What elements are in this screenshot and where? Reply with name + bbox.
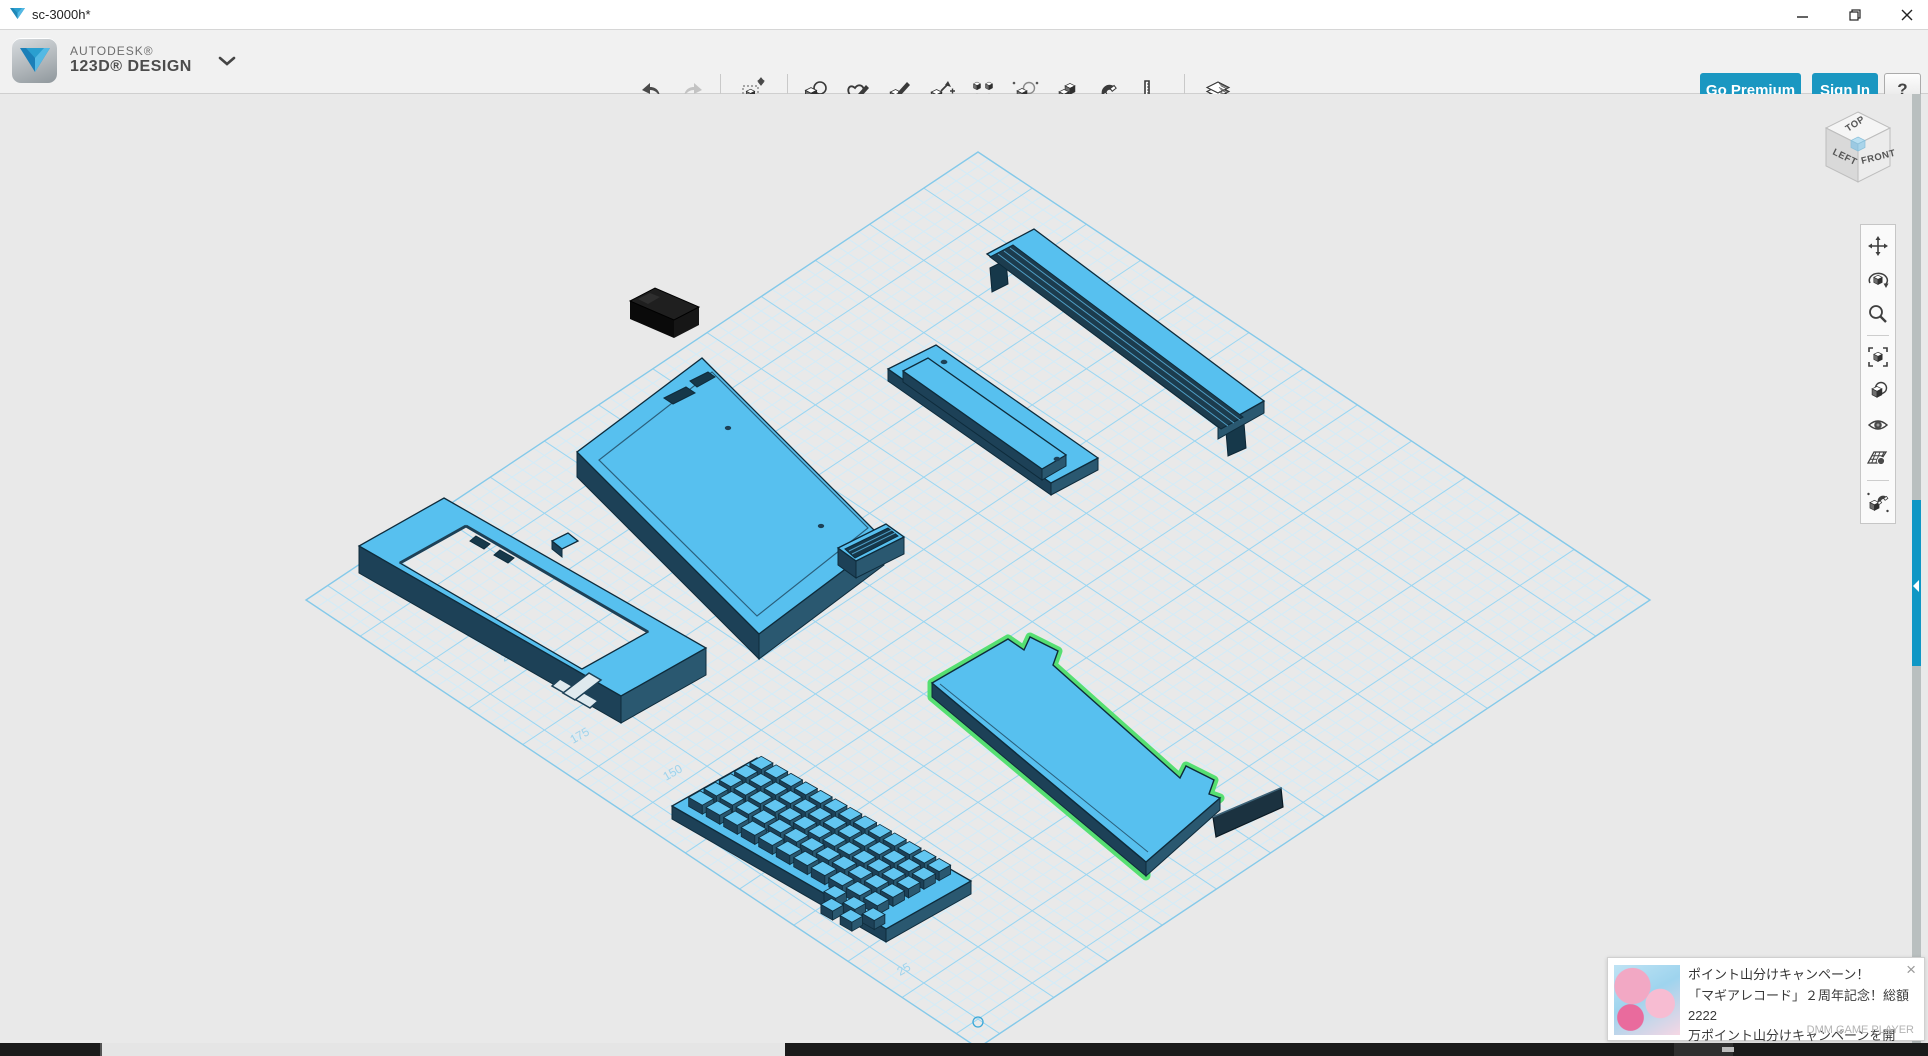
ad-thumbnail[interactable] <box>1614 965 1680 1035</box>
orbit-icon[interactable] <box>1863 263 1893 297</box>
hide-show-eye-icon[interactable] <box>1863 408 1893 442</box>
sketch-grid <box>306 152 1650 1043</box>
nav-separator <box>1867 480 1889 481</box>
close-button[interactable] <box>1896 4 1918 26</box>
ad-body-line1: 「マギアレコード」２周年記念！総額2222 <box>1688 988 1909 1023</box>
taskbar-clock-fragment <box>1722 1047 1734 1052</box>
brand: AUTODESK® 123D® DESIGN <box>12 38 236 83</box>
grid-visibility-icon[interactable] <box>1863 442 1893 476</box>
brand-line2: 123D® DESIGN <box>70 58 192 76</box>
ad-close-icon[interactable]: × <box>1906 960 1916 980</box>
pan-icon[interactable] <box>1863 229 1893 263</box>
window-title: sc-3000h* <box>32 7 91 22</box>
part-cartridge-cover[interactable] <box>630 288 699 338</box>
view-nav-toolbar <box>1860 224 1896 524</box>
zoom-to-fit-icon[interactable] <box>1863 340 1893 374</box>
app-icon <box>9 7 26 23</box>
shading-icon[interactable] <box>1863 374 1893 408</box>
taskbar-sliver <box>0 1043 1928 1056</box>
panel-expander[interactable] <box>1912 500 1921 666</box>
restore-button[interactable] <box>1844 4 1866 26</box>
123d-logo-icon <box>12 38 57 83</box>
minimize-button[interactable] <box>1792 4 1814 26</box>
title-bar: sc-3000h* <box>0 0 1928 30</box>
nav-separator <box>1867 335 1889 336</box>
right-edge-strip <box>1912 94 1921 1043</box>
app-header: AUTODESK® 123D® DESIGN <box>0 30 1928 94</box>
ad-toast: ポイント山分けキャンペーン！ 「マギアレコード」２周年記念！総額2222 万ポイ… <box>1607 957 1925 1041</box>
zoom-icon[interactable] <box>1863 297 1893 331</box>
brand-line1: AUTODESK® <box>70 45 192 58</box>
view-cube[interactable]: TOP LEFT FRONT <box>1820 108 1898 188</box>
snap-toggle-icon[interactable] <box>1863 485 1893 519</box>
svg-text:175: 175 <box>568 724 593 746</box>
taskbar-light-segment <box>100 1043 785 1056</box>
chevron-down-icon[interactable] <box>218 56 236 66</box>
ad-title[interactable]: ポイント山分けキャンペーン！ <box>1688 964 1898 983</box>
expand-left-arrow-icon <box>1913 580 1919 592</box>
viewport[interactable]: 502517515025 <box>0 94 1928 1043</box>
ad-source: DMM GAME PLAYER <box>1807 1024 1914 1036</box>
scene-3d[interactable]: 502517515025 <box>0 94 1928 1043</box>
